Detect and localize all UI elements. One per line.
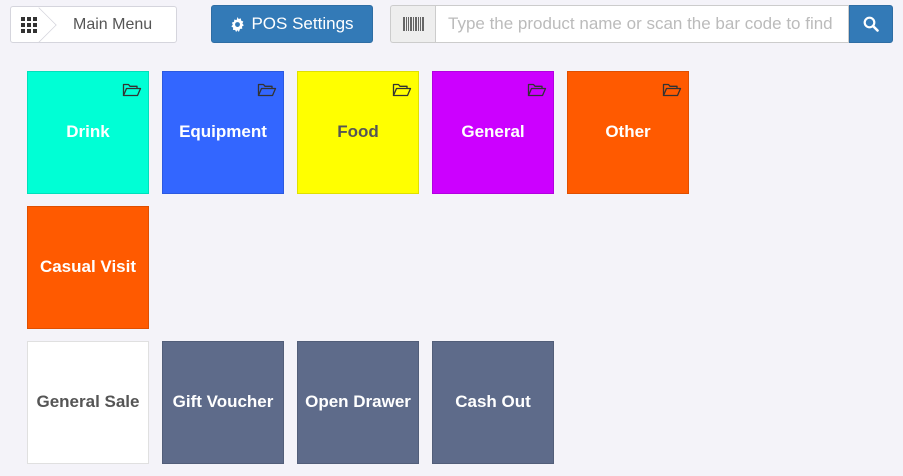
category-tile-equipment[interactable]: Equipment bbox=[162, 71, 284, 194]
action-tile-general-sale[interactable]: General Sale bbox=[27, 341, 149, 464]
action-tile-cash-out[interactable]: Cash Out bbox=[432, 341, 554, 464]
category-tile-food[interactable]: Food bbox=[297, 71, 419, 194]
action-tile-open-drawer[interactable]: Open Drawer bbox=[297, 341, 419, 464]
tile-label: Casual Visit bbox=[39, 257, 137, 277]
tile-label: Gift Voucher bbox=[172, 392, 274, 412]
product-tile-casual-visit[interactable]: Casual Visit bbox=[27, 206, 149, 329]
search-icon bbox=[863, 16, 879, 32]
tile-label: Equipment bbox=[179, 122, 267, 142]
product-search-group bbox=[390, 5, 893, 43]
tile-label: General bbox=[461, 122, 525, 142]
barcode-icon bbox=[402, 17, 424, 31]
tile-label: General Sale bbox=[36, 392, 140, 412]
tile-grid: Drink Equipment Food General Other Casua… bbox=[27, 71, 727, 476]
folder-open-icon bbox=[392, 82, 412, 98]
category-tile-drink[interactable]: Drink bbox=[27, 71, 149, 194]
search-button[interactable] bbox=[849, 5, 893, 43]
top-toolbar: Main Menu POS Settings bbox=[0, 0, 903, 50]
tile-label: Open Drawer bbox=[305, 392, 411, 412]
product-row: Casual Visit bbox=[27, 206, 727, 329]
category-tile-general[interactable]: General bbox=[432, 71, 554, 194]
gear-icon bbox=[230, 16, 245, 32]
breadcrumb-home[interactable] bbox=[11, 7, 47, 42]
folder-open-icon bbox=[122, 82, 142, 98]
breadcrumb-main-menu[interactable]: Main Menu bbox=[73, 16, 152, 34]
folder-open-icon bbox=[527, 82, 547, 98]
breadcrumb: Main Menu bbox=[10, 6, 177, 43]
folder-open-icon bbox=[662, 82, 682, 98]
category-row: Drink Equipment Food General Other bbox=[27, 71, 727, 194]
tile-label: Other bbox=[605, 122, 651, 142]
tile-label: Food bbox=[337, 122, 379, 142]
product-search-input[interactable] bbox=[435, 5, 849, 43]
action-row: General Sale Gift Voucher Open Drawer Ca… bbox=[27, 341, 727, 464]
barcode-addon[interactable] bbox=[390, 5, 435, 43]
action-tile-gift-voucher[interactable]: Gift Voucher bbox=[162, 341, 284, 464]
folder-open-icon bbox=[257, 82, 277, 98]
pos-settings-button[interactable]: POS Settings bbox=[211, 5, 373, 43]
tile-label: Drink bbox=[66, 122, 110, 142]
category-tile-other[interactable]: Other bbox=[567, 71, 689, 194]
pos-settings-label: POS Settings bbox=[251, 14, 354, 33]
grid-icon bbox=[21, 16, 37, 33]
tile-label: Cash Out bbox=[455, 392, 531, 412]
